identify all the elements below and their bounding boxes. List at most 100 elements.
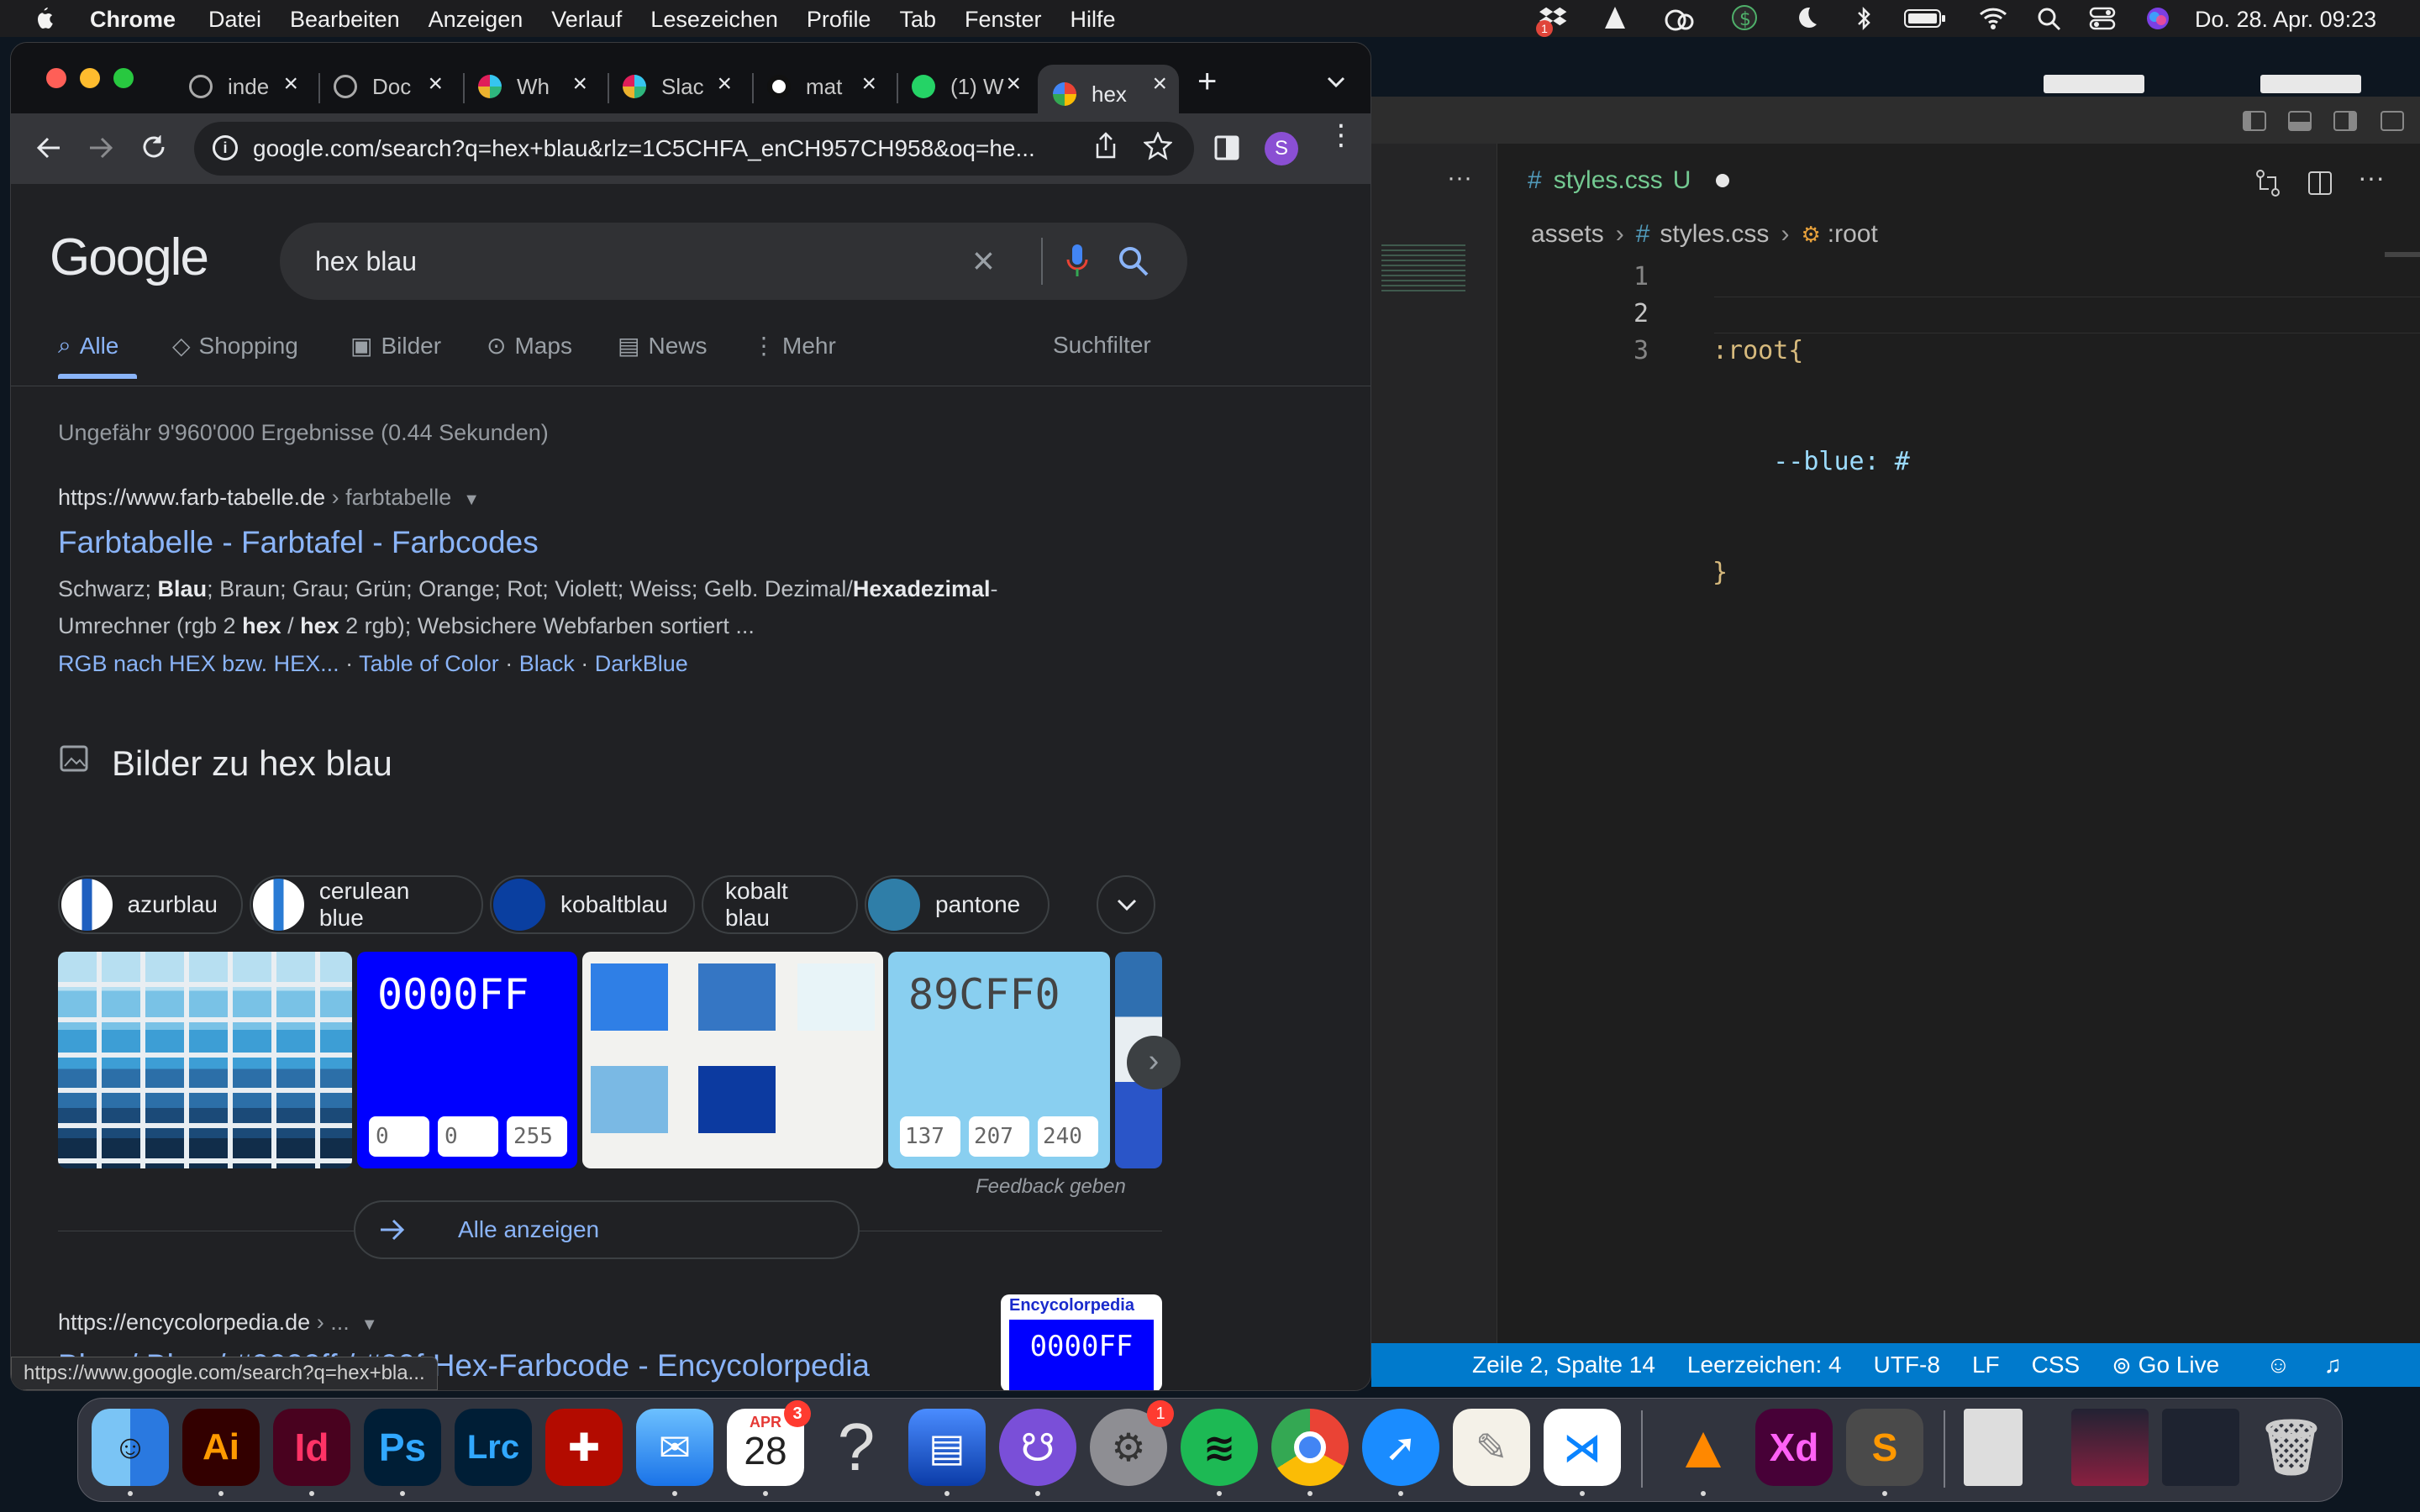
chip-kobaltblau[interactable]: kobaltblau [490,875,695,934]
back-arrow-icon[interactable] [36,135,61,160]
menu-fenster[interactable]: Fenster [965,7,1042,33]
menu-hilfe[interactable]: Hilfe [1071,7,1116,33]
breadcrumb-symbol[interactable]: :root [1828,220,1878,249]
result-url[interactable]: https://www.farb-tabelle.de › farbtabell… [58,485,480,511]
dock-calendar-icon[interactable]: APR 28 3 [727,1400,811,1486]
result-menu-caret-icon[interactable]: ▼ [361,1315,378,1334]
dock-vscode-icon[interactable]: ⋊ [1544,1409,1621,1486]
dock-help-icon[interactable]: ? [818,1409,895,1486]
dock-github-desktop-icon[interactable]: ☋ [999,1409,1076,1486]
battery-icon[interactable] [1904,8,1946,29]
scrollbar-indicator[interactable] [2385,252,2420,257]
close-window-button[interactable] [46,68,66,88]
code-line[interactable]: --blue: # [1712,444,1910,480]
close-tab-icon[interactable]: × [717,70,732,98]
result-title-link[interactable]: Farbtabelle - Farbtafel - Farbcodes [58,525,539,560]
tab-alle[interactable]: ⌕ Alle [58,332,118,360]
close-tab-icon[interactable]: × [1152,70,1167,98]
active-app-name[interactable]: Chrome [90,7,176,33]
dock-recent-document-icon[interactable] [1964,1409,2023,1486]
chip-cerulean-blue[interactable]: cerulean blue [250,875,483,934]
dock-safari-icon[interactable]: ➚ [1362,1409,1439,1486]
unsaved-dot-icon[interactable] [1716,174,1730,187]
dock-indesign-icon[interactable]: Id [273,1409,350,1486]
tab-news[interactable]: ▤ News [618,332,707,360]
search-submit-icon[interactable] [1117,244,1150,278]
dock-mail-icon[interactable]: ✉ [636,1409,713,1486]
vlc-status-icon[interactable] [1602,5,1628,32]
dock-textedit-icon[interactable]: ✎ [1453,1409,1530,1486]
apple-logo-icon[interactable] [32,5,55,32]
clear-search-icon[interactable]: × [972,238,995,283]
menu-datei[interactable]: Datei [208,7,261,33]
tab-mat[interactable]: mat × [767,65,893,108]
tab-bilder[interactable]: ▣ Bilder [350,332,441,360]
dock-system-preferences-icon[interactable]: ⚙ 1 [1090,1400,1174,1486]
sitelink[interactable]: Black [519,651,575,676]
siri-icon[interactable] [2144,5,2171,32]
dock-finder-icon[interactable]: ☺ [92,1409,169,1486]
forward-arrow-icon[interactable] [88,135,113,160]
dock-sublime-text-icon[interactable]: S [1846,1409,1923,1486]
close-tab-icon[interactable]: × [572,70,587,98]
dock-xd-icon[interactable]: Xd [1755,1409,1833,1486]
side-panel-icon[interactable] [1214,135,1239,160]
dock-recent-screenshot-icon[interactable] [2071,1409,2149,1486]
status-cursor-position[interactable]: Zeile 2, Spalte 14 [1472,1352,1655,1378]
reload-icon[interactable] [140,134,167,160]
bluetooth-icon[interactable] [1854,5,1874,32]
address-bar[interactable]: i google.com/search?q=hex+blau&rlz=1C5CH… [194,122,1194,176]
status-go-live[interactable]: Go Live [2139,1352,2220,1378]
dock-spotify-icon[interactable]: ≋ [1181,1409,1258,1486]
menu-bearbeiten[interactable]: Bearbeiten [290,7,400,33]
search-filter-button[interactable]: Suchfilter [1053,332,1151,359]
image-result-89cff0[interactable]: 89CFF0 137 207 240 [888,952,1110,1168]
tab-inde[interactable]: inde × [189,65,315,108]
chip-azurblau[interactable]: azurblau [58,875,243,934]
dock-trash-icon[interactable]: 🗑 [2253,1409,2330,1486]
menu-lesezeichen[interactable]: Lesezeichen [650,7,778,33]
code-line[interactable]: } [1712,554,1910,591]
status-encoding[interactable]: UTF-8 [1874,1352,1940,1378]
search-query[interactable]: hex blau [315,246,417,277]
tab-shopping[interactable]: ◇ Shopping [172,332,298,360]
tab-whatsapp[interactable]: (1) W × [912,65,1038,108]
tab-styles-css[interactable]: # styles.css U [1499,144,1751,218]
tab-wh[interactable]: Wh × [478,65,604,108]
image-result-0000ff[interactable]: 0000FF 0 0 255 [357,952,577,1168]
menu-profile[interactable]: Profile [807,7,871,33]
sitelink[interactable]: RGB nach HEX bzw. HEX... [58,651,339,676]
dock-photoshop-icon[interactable]: Ps [364,1409,441,1486]
next-images-arrow-icon[interactable]: › [1127,1036,1181,1089]
split-editor-icon[interactable] [2307,171,2333,196]
money-status-icon[interactable]: $ [1731,3,1758,32]
wifi-icon[interactable] [1978,5,2008,30]
result-menu-caret-icon[interactable]: ▼ [463,491,480,509]
tab-search-chevron-icon[interactable] [1327,76,1345,88]
tab-maps[interactable]: ⊙ Maps [487,332,572,360]
compare-changes-icon[interactable] [2254,169,2282,197]
bookmark-star-icon[interactable] [1144,132,1172,160]
dock-preview-scanner-icon[interactable]: ▤ [908,1409,986,1486]
chip-pantone[interactable]: pantone [865,875,1050,934]
spotlight-search-icon[interactable] [2037,7,2062,32]
cloud-sync-icon[interactable] [1662,5,1696,32]
result-url[interactable]: https://encycolorpedia.de › ... ▼ [58,1310,378,1336]
control-center-icon[interactable] [2089,7,2116,30]
menubar-clock[interactable]: Do. 28. Apr. 09:23 [2195,7,2376,33]
sitelink[interactable]: DarkBlue [595,651,688,676]
voice-search-mic-icon[interactable] [1065,243,1090,280]
new-tab-button[interactable]: + [1197,63,1217,101]
menu-verlauf[interactable]: Verlauf [551,7,622,33]
expand-chips-button[interactable] [1097,875,1155,934]
code-line[interactable]: :root{ [1712,333,1910,370]
more-actions-icon[interactable]: ··· [1447,164,1472,192]
chip-kobalt-blau[interactable]: kobalt blau [702,875,858,934]
show-all-images-button[interactable]: Alle anzeigen [354,1200,860,1259]
dock-recent-window-icon[interactable] [2162,1409,2239,1486]
image-result-color-table[interactable] [58,952,352,1168]
close-tab-icon[interactable]: × [861,70,876,98]
encycolorpedia-thumbnail[interactable]: Encycolorpedia 0000FF [1001,1294,1162,1390]
breadcrumb-file[interactable]: styles.css [1660,220,1769,249]
tab-doc[interactable]: Doc × [334,65,460,108]
